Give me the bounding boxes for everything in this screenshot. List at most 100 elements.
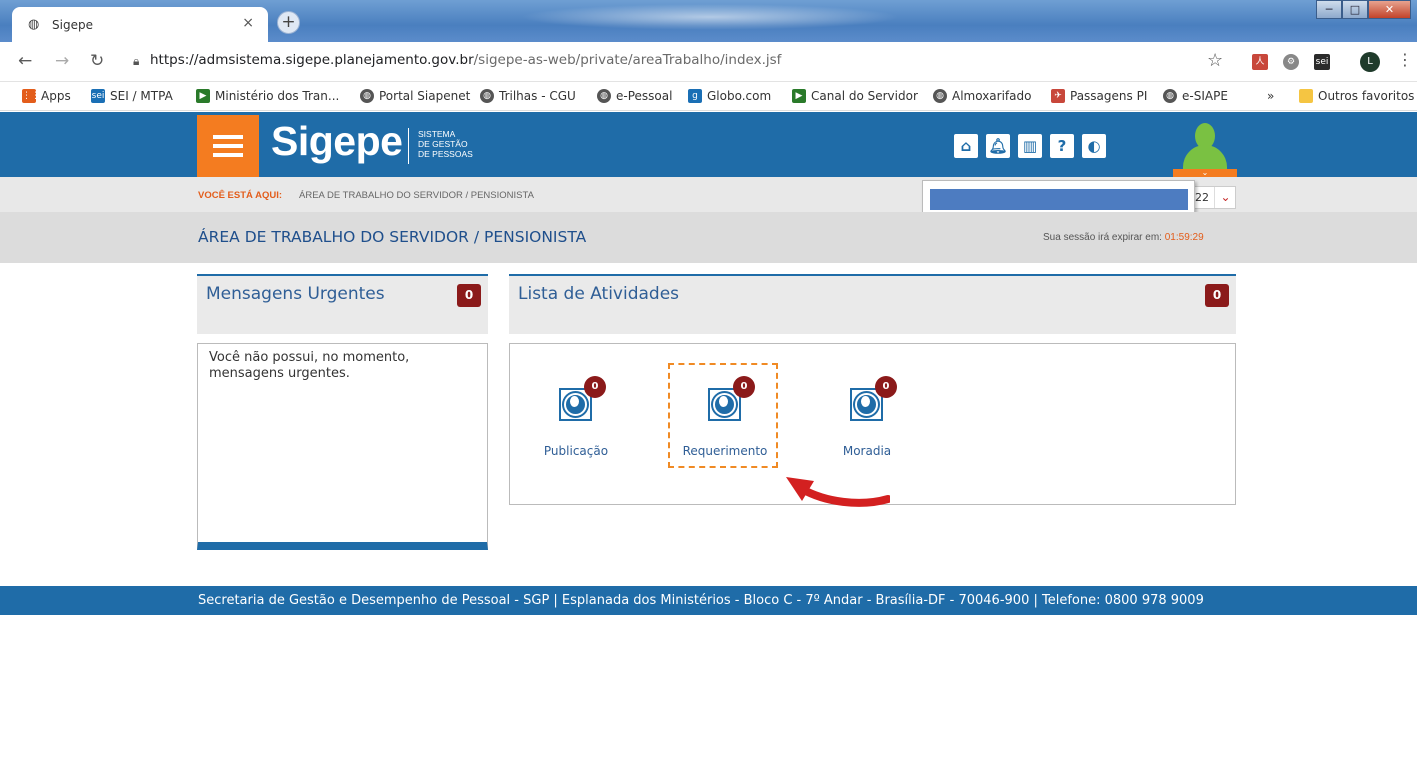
activity-count-badge: 0 [875,376,897,398]
session-label: Sua sessão irá expirar em: [1043,232,1162,243]
globe-icon: ◍ [360,89,374,103]
maximize-button[interactable]: □ [1342,0,1368,19]
bell-icon[interactable]: 🔔︎ [986,134,1010,158]
brand-sub-line: SISTEMA [418,129,456,139]
urgent-count-badge: 0 [457,284,481,307]
bookmark-label: Canal do Servidor [811,89,918,103]
window-controls: ─ □ ✕ [1316,0,1411,19]
chevron-down-icon[interactable]: ⌄ [1214,187,1236,208]
bookmark-label: Ministério dos Tran... [215,89,340,103]
site-header: Sigepe SISTEMA DE GESTÃO DE PESSOAS ⌂ 🔔︎… [0,112,1417,177]
browser-tab-strip: ◍ Sigepe × + ─ □ ✕ [0,0,1417,42]
annotation-arrow-icon [786,477,890,507]
breadcrumb-value: ÁREA DE TRABALHO DO SERVIDOR / PENSIONIS… [299,190,534,201]
activity-publicacao[interactable]: 0 Publicação [521,376,631,464]
globe-icon: ◍ [1163,89,1177,103]
brand-sub-line: DE GESTÃO [418,139,468,149]
profile-dropdown-option-redacted[interactable] [930,189,1188,210]
activities-count-badge: 0 [1205,284,1229,307]
book-icon[interactable]: ▥ [1018,134,1042,158]
brand-divider [408,128,409,164]
bookmark-passagens[interactable]: ✈ Passagens PI [1051,89,1147,103]
bookmark-sei[interactable]: sei SEI / MTPA [91,89,173,103]
back-arrow-icon[interactable]: ← [18,51,32,71]
apps-grid-icon: ⋮⋮ [22,89,40,103]
minimize-button[interactable]: ─ [1316,0,1342,19]
browser-tab[interactable]: ◍ Sigepe × [12,7,268,42]
home-icon[interactable]: ⌂ [954,134,978,158]
brand-sub-line: DE PESSOAS [418,149,473,159]
menu-hamburger-button[interactable] [197,115,259,177]
brand-subtitle: SISTEMA DE GESTÃO DE PESSOAS [418,129,473,159]
bookmarks-overflow[interactable]: » [1267,89,1274,103]
bookmark-label: Apps [41,89,71,103]
bookmark-esiape[interactable]: ◍ e-SIAPE [1163,89,1228,103]
ministry-icon: ▶ [196,89,210,103]
session-timer: Sua sessão irá expirar em: 01:59:29 [1043,232,1204,243]
url-host: https://admsistema.sigepe.planejamento.g… [150,52,474,68]
other-bookmarks[interactable]: Outros favoritos [1299,89,1414,103]
urgent-empty-text: Você não possui, no momento, mensagens u… [209,350,410,381]
globe-icon: ◍ [597,89,611,103]
chevron-down-icon[interactable]: ⌄ [1173,169,1237,177]
forward-arrow-icon[interactable]: → [55,51,69,71]
footer-text: Secretaria de Gestão e Desempenho de Pes… [198,593,1204,608]
bookmark-canal[interactable]: ▶ Canal do Servidor [792,89,918,103]
bookmark-label: Outros favoritos [1318,89,1415,103]
highlight-box [668,363,778,468]
user-avatar[interactable]: ⌄ [1173,115,1237,177]
folder-icon [1299,89,1313,103]
bookmark-label: e-Pessoal [616,89,673,103]
help-icon[interactable]: ? [1050,134,1074,158]
page-title-bar: ÁREA DE TRABALHO DO SERVIDOR / PENSIONIS… [0,212,1417,263]
settings-extension-icon[interactable]: ⚙ [1283,54,1299,70]
session-time: 01:59:29 [1164,232,1204,243]
breadcrumb-label: VOCÊ ESTÁ AQUI: [198,190,283,201]
brand-logo: Sigepe [271,118,403,164]
reload-icon[interactable]: ↻ [90,51,104,71]
tab-close-icon[interactable]: × [242,15,254,31]
globo-icon: g [688,89,702,103]
address-bar[interactable]: https://admsistema.sigepe.planejamento.g… [150,52,781,68]
profile-avatar[interactable]: L [1360,52,1380,72]
bookmarks-bar: ⋮⋮ Apps sei SEI / MTPA ▶ Ministério dos Tra… [0,83,1417,111]
close-window-button[interactable]: ✕ [1368,0,1411,19]
sei-extension-icon[interactable]: sei [1314,54,1330,70]
bookmark-ministerio[interactable]: ▶ Ministério dos Tran... [196,89,339,103]
globe-icon: ◍ [28,17,40,32]
profile-select[interactable]: 22 ⌄ [1193,186,1236,209]
new-tab-button[interactable]: + [277,11,300,34]
bookmark-epessoal[interactable]: ◍ e-Pessoal [597,89,672,103]
urgent-messages-box: Você não possui, no momento, mensagens u… [197,343,488,550]
page-title: ÁREA DE TRABALHO DO SERVIDOR / PENSIONIS… [198,228,587,246]
activity-count-badge: 0 [584,376,606,398]
bookmark-label: Trilhas - CGU [499,89,576,103]
sigepe-page: Sigepe SISTEMA DE GESTÃO DE PESSOAS ⌂ 🔔︎… [0,112,1417,760]
ministry-icon: ▶ [792,89,806,103]
site-footer: Secretaria de Gestão e Desempenho de Pes… [0,586,1417,615]
browser-toolbar: ← → ↻ 🔒︎ https://admsistema.sigepe.plane… [0,42,1417,82]
activities-title: Lista de Atividades [518,284,680,304]
bookmark-label: Globo.com [707,89,772,103]
bookmark-almoxarifado[interactable]: ◍ Almoxarifado [933,89,1031,103]
bookmark-label: SEI / MTPA [110,89,173,103]
urgent-messages-title: Mensagens Urgentes [206,284,385,304]
globe-icon: ◍ [933,89,947,103]
pdf-extension-icon[interactable]: 人 [1252,54,1268,70]
plane-icon: ✈ [1051,89,1065,103]
activity-label: Moradia [842,444,892,458]
bookmark-globo[interactable]: g Globo.com [688,89,771,103]
menu-dots-icon[interactable]: ⋮ [1397,50,1413,69]
activity-label: Publicação [543,444,609,458]
profile-select-value: 22 [1195,191,1209,204]
activities-header: Lista de Atividades 0 [509,274,1236,334]
bookmark-trilhas[interactable]: ◍ Trilhas - CGU [480,89,576,103]
bookmark-label: Passagens PI [1070,89,1148,103]
sei-icon: sei [91,89,105,103]
bookmark-label: e-SIAPE [1182,89,1228,103]
bookmark-siapenet[interactable]: ◍ Portal Siapenet [360,89,470,103]
bookmark-apps[interactable]: ⋮⋮ Apps [22,89,71,103]
contrast-icon[interactable]: ◐ [1082,134,1106,158]
bookmark-star-icon[interactable]: ☆ [1207,50,1223,71]
activity-moradia[interactable]: 0 Moradia [812,376,922,464]
